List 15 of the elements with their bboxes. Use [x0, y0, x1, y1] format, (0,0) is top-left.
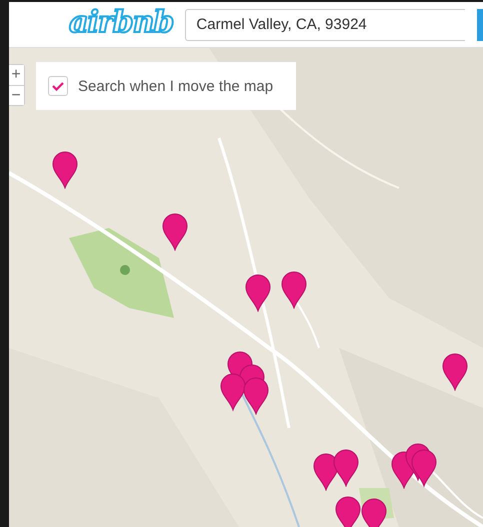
- map-pin-icon[interactable]: [281, 271, 307, 309]
- map-pin-icon[interactable]: [52, 151, 78, 189]
- search-field[interactable]: Carmel Valley, CA, 93924: [185, 8, 465, 40]
- map-pin-icon[interactable]: [361, 498, 387, 527]
- map-pin-icon[interactable]: [335, 496, 361, 527]
- pin-cluster-drawing[interactable]: [220, 351, 269, 415]
- map-pin-icon[interactable]: [162, 213, 188, 251]
- pin-cluster-drawing[interactable]: [391, 443, 437, 489]
- checkmark-icon: [52, 82, 64, 90]
- zoom-out-button[interactable]: −: [9, 85, 24, 105]
- map-pin-icon[interactable]: [313, 453, 339, 491]
- map-pin-icon[interactable]: [245, 274, 271, 312]
- map-pin-icon[interactable]: [442, 353, 468, 391]
- map-pin-icon[interactable]: [333, 449, 359, 487]
- checkbox[interactable]: [48, 76, 68, 96]
